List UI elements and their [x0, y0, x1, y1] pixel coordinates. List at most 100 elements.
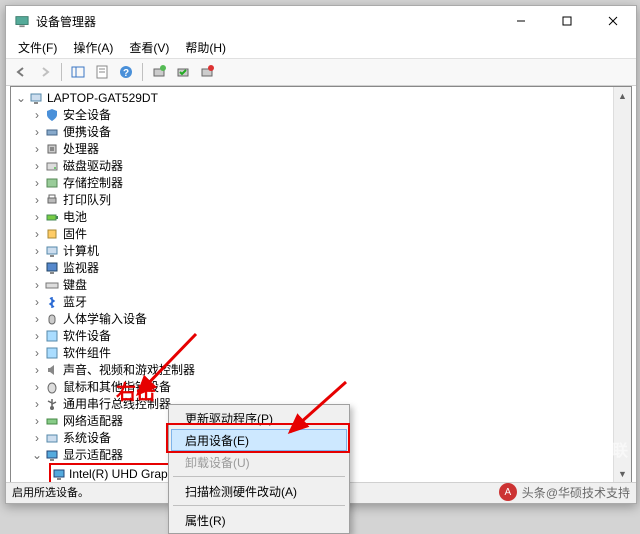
node-label: 系统设备 — [63, 429, 111, 446]
scroll-down-button[interactable]: ▼ — [614, 465, 631, 482]
device-icon — [44, 175, 60, 191]
device-icon — [44, 141, 60, 157]
node-label: LAPTOP-GAT529DT — [47, 91, 158, 105]
device-icon — [44, 447, 60, 463]
credit-badge: A 头条 @华硕技术支持 — [499, 483, 630, 501]
tree-root[interactable]: ⌄LAPTOP-GAT529DT — [11, 89, 631, 106]
tree-category[interactable]: ›监视器 — [11, 259, 631, 276]
device-icon — [52, 466, 66, 482]
ctx-separator — [173, 476, 345, 477]
toolbar: ? — [6, 59, 636, 86]
tree-category[interactable]: ›蓝牙 — [11, 293, 631, 310]
device-icon — [44, 379, 60, 395]
context-menu: 更新驱动程序(P) 启用设备(E) 卸载设备(U) 扫描检测硬件改动(A) 属性… — [168, 404, 350, 534]
titlebar: 设备管理器 — [6, 6, 636, 36]
node-label: 电池 — [63, 208, 87, 225]
device-icon — [44, 226, 60, 242]
device-icon — [44, 345, 60, 361]
node-label: 磁盘驱动器 — [63, 157, 123, 174]
ctx-properties[interactable]: 属性(R) — [171, 509, 347, 531]
menu-view[interactable]: 查看(V) — [121, 37, 177, 58]
ctx-separator — [173, 505, 345, 506]
node-label: 存储控制器 — [63, 174, 123, 191]
node-label: 软件设备 — [63, 327, 111, 344]
uninstall-device-button[interactable] — [196, 61, 218, 83]
node-label: 蓝牙 — [63, 293, 87, 310]
help-button[interactable]: ? — [115, 61, 137, 83]
node-label: 显示适配器 — [63, 446, 123, 463]
ctx-scan-hardware[interactable]: 扫描检测硬件改动(A) — [171, 480, 347, 502]
vertical-scrollbar[interactable]: ▲ ▼ — [613, 87, 631, 482]
device-icon — [44, 328, 60, 344]
show-hide-tree-button[interactable] — [67, 61, 89, 83]
menu-action[interactable]: 操作(A) — [65, 37, 121, 58]
credit-name: @华硕技术支持 — [546, 484, 630, 501]
status-text: 启用所选设备。 — [12, 487, 89, 499]
device-manager-window: 设备管理器 文件(F) 操作(A) 查看(V) 帮助(H) ? ⌄LAPTOP-… — [5, 5, 637, 504]
enable-device-button[interactable] — [172, 61, 194, 83]
device-icon — [44, 413, 60, 429]
minimize-button[interactable] — [498, 6, 544, 36]
svg-text:?: ? — [123, 68, 129, 79]
menu-help[interactable]: 帮助(H) — [177, 37, 234, 58]
node-label: 人体学输入设备 — [63, 310, 147, 327]
device-icon — [44, 396, 60, 412]
tree-category[interactable]: ›存储控制器 — [11, 174, 631, 191]
ctx-enable-device[interactable]: 启用设备(E) — [171, 429, 347, 451]
back-button[interactable] — [10, 61, 32, 83]
menubar: 文件(F) 操作(A) 查看(V) 帮助(H) — [6, 36, 636, 59]
ctx-update-driver[interactable]: 更新驱动程序(P) — [171, 407, 347, 429]
properties-button[interactable] — [91, 61, 113, 83]
credit-avatar: A — [499, 483, 517, 501]
node-label: 打印队列 — [63, 191, 111, 208]
node-label: 处理器 — [63, 140, 99, 157]
node-label: 软件组件 — [63, 344, 111, 361]
device-icon — [44, 192, 60, 208]
tree-category[interactable]: ›人体学输入设备 — [11, 310, 631, 327]
node-label: 安全设备 — [63, 106, 111, 123]
node-label: 计算机 — [63, 242, 99, 259]
window-controls — [498, 6, 636, 36]
tree-category[interactable]: ›固件 — [11, 225, 631, 242]
device-icon — [44, 362, 60, 378]
forward-button[interactable] — [34, 61, 56, 83]
tree-category[interactable]: ›安全设备 — [11, 106, 631, 123]
tree-category[interactable]: ›声音、视频和游戏控制器 — [11, 361, 631, 378]
tree-category[interactable]: ›键盘 — [11, 276, 631, 293]
menu-file[interactable]: 文件(F) — [10, 37, 65, 58]
device-icon — [44, 430, 60, 446]
node-label: 键盘 — [63, 276, 87, 293]
device-icon — [44, 260, 60, 276]
device-icon — [44, 277, 60, 293]
device-icon — [28, 90, 44, 106]
tree-category[interactable]: ›磁盘驱动器 — [11, 157, 631, 174]
window-title: 设备管理器 — [36, 13, 498, 30]
device-icon — [44, 209, 60, 225]
node-label: 网络适配器 — [63, 412, 123, 429]
device-icon — [44, 294, 60, 310]
app-icon — [14, 13, 30, 29]
tree-category[interactable]: ›处理器 — [11, 140, 631, 157]
tree-category[interactable]: ›便携设备 — [11, 123, 631, 140]
scan-hardware-button[interactable] — [148, 61, 170, 83]
device-icon — [44, 311, 60, 327]
device-icon — [44, 107, 60, 123]
tree-category[interactable]: ›电池 — [11, 208, 631, 225]
tree-category[interactable]: ›计算机 — [11, 242, 631, 259]
ctx-uninstall-device[interactable]: 卸载设备(U) — [171, 451, 347, 473]
device-icon — [44, 158, 60, 174]
maximize-button[interactable] — [544, 6, 590, 36]
tree-category[interactable]: ›软件组件 — [11, 344, 631, 361]
tree-category[interactable]: ›打印队列 — [11, 191, 631, 208]
credit-prefix: 头条 — [522, 484, 546, 501]
node-label: 监视器 — [63, 259, 99, 276]
close-button[interactable] — [590, 6, 636, 36]
node-label: 便携设备 — [63, 123, 111, 140]
watermark-text: 自由互联 — [558, 437, 630, 461]
device-icon — [44, 124, 60, 140]
tree-category[interactable]: ›软件设备 — [11, 327, 631, 344]
scroll-up-button[interactable]: ▲ — [614, 87, 631, 104]
device-icon — [44, 243, 60, 259]
tree-category[interactable]: ›鼠标和其他指针设备 — [11, 378, 631, 395]
node-label: 固件 — [63, 225, 87, 242]
